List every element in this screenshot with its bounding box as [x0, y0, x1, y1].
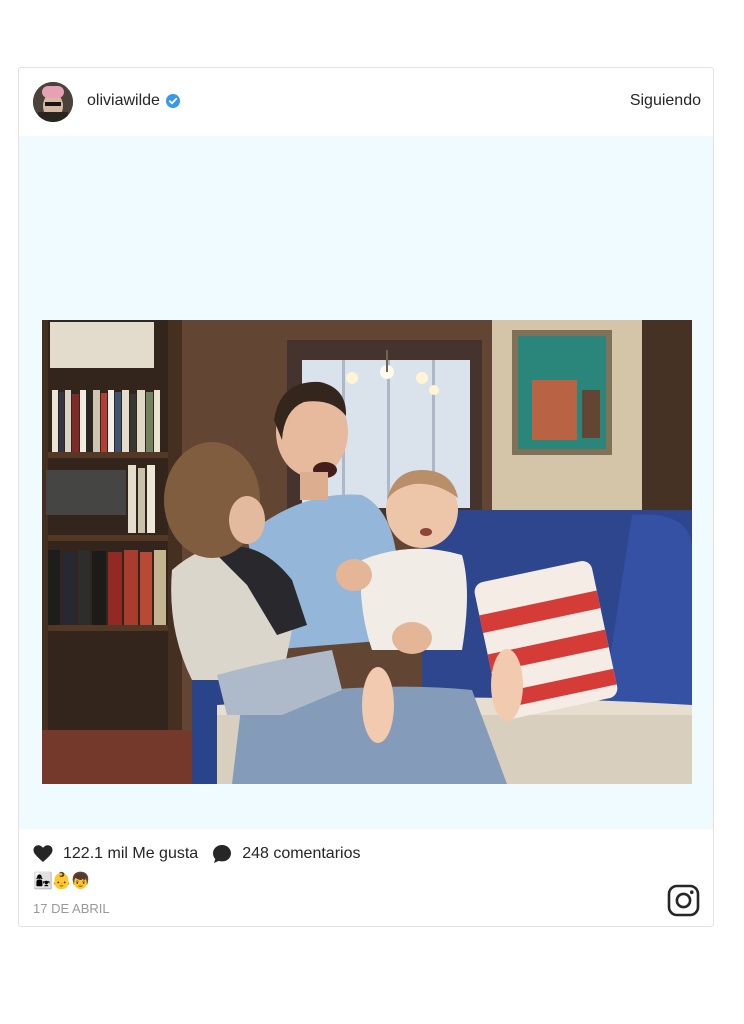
comment-group[interactable]: 248 comentarios — [212, 844, 360, 864]
post-photo[interactable] — [42, 320, 692, 784]
instagram-embed-card: oliviawilde Siguiendo 122.1 mil Me gusta… — [18, 67, 714, 927]
avatar[interactable] — [33, 82, 73, 122]
username-group: oliviawilde — [87, 92, 180, 110]
post-date[interactable]: 17 DE ABRIL — [33, 901, 110, 916]
like-group[interactable]: 122.1 mil Me gusta — [33, 845, 198, 863]
post-caption: 👩‍👧👶👦 — [33, 873, 91, 890]
post-actions: 122.1 mil Me gusta 248 comentarios — [33, 844, 360, 864]
comments-count[interactable]: 248 comentarios — [242, 845, 360, 863]
likes-count[interactable]: 122.1 mil Me gusta — [63, 845, 198, 863]
heart-icon[interactable] — [33, 845, 53, 863]
post-media[interactable] — [19, 136, 713, 829]
instagram-logo-icon[interactable] — [667, 884, 700, 917]
comment-bubble-icon[interactable] — [212, 844, 232, 864]
username[interactable]: oliviawilde — [87, 92, 160, 110]
following-button[interactable]: Siguiendo — [630, 92, 701, 110]
verified-badge-icon — [165, 94, 180, 108]
post-header: oliviawilde Siguiendo — [19, 68, 713, 136]
